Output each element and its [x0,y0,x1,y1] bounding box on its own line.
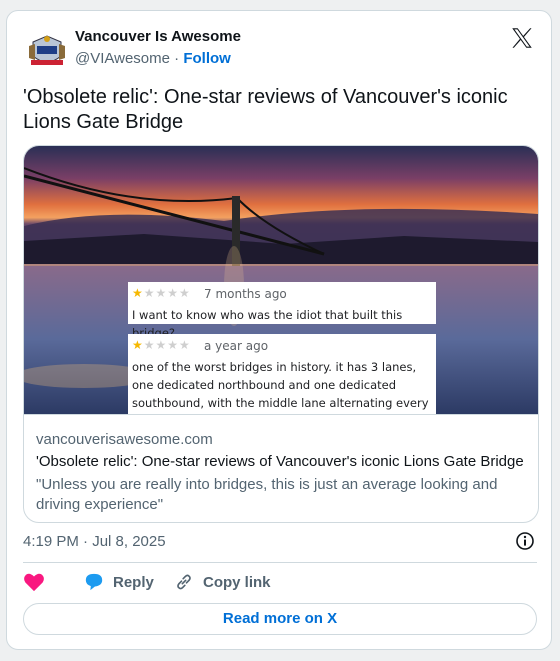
separator: · [174,50,180,67]
link-icon [177,574,191,590]
review-1: ★★★★★ 7 months ago I want to know who wa… [128,282,436,340]
info-icon[interactable] [515,531,535,551]
author-name[interactable]: Vancouver Is Awesome [75,28,241,45]
timestamp[interactable]: 4:19 PM · Jul 8, 2025 [23,533,166,550]
review-time: 7 months ago [204,287,287,301]
link-title[interactable]: 'Obsolete relic': One-star reviews of Va… [36,453,524,470]
author-handle[interactable]: @VIAwesome [75,50,170,67]
star-rating: ★★★★★ [132,338,191,352]
link-card[interactable]: ★★★★★ 7 months ago I want to know who wa… [23,145,539,523]
x-logo-icon[interactable] [509,25,535,51]
follow-link[interactable]: Follow [183,50,231,67]
reply-label: Reply [113,573,154,591]
read-more-button[interactable]: Read more on X [23,603,537,635]
tweet-card: Vancouver Is Awesome @VIAwesome · Follow… [6,10,552,650]
reply-bubble-icon [85,573,103,591]
reply-button[interactable]: Reply [83,572,154,592]
avatar[interactable] [23,26,71,74]
review-time: a year ago [204,339,269,353]
action-bar: Reply Copy link [23,572,537,596]
star-rating: ★★★★★ [132,286,191,300]
bridge-photo: ★★★★★ 7 months ago I want to know who wa… [24,146,538,414]
review-text: one of the worst bridges in history. it … [132,360,429,410]
handle-row: @VIAwesome · Follow [75,50,231,67]
review-2: ★★★★★ a year ago one of the worst bridge… [128,334,436,414]
copy-link-label: Copy link [203,573,271,591]
heart-icon [24,573,44,592]
link-info[interactable]: vancouverisawesome.com 'Obsolete relic':… [24,414,538,522]
link-domain[interactable]: vancouverisawesome.com [36,431,213,448]
divider [23,562,537,563]
copy-link-button[interactable]: Copy link [173,572,271,592]
like-button[interactable] [23,572,45,592]
link-description: "Unless you are really into bridges, thi… [36,476,498,513]
tweet-text: 'Obsolete relic': One-star reviews of Va… [23,86,508,133]
